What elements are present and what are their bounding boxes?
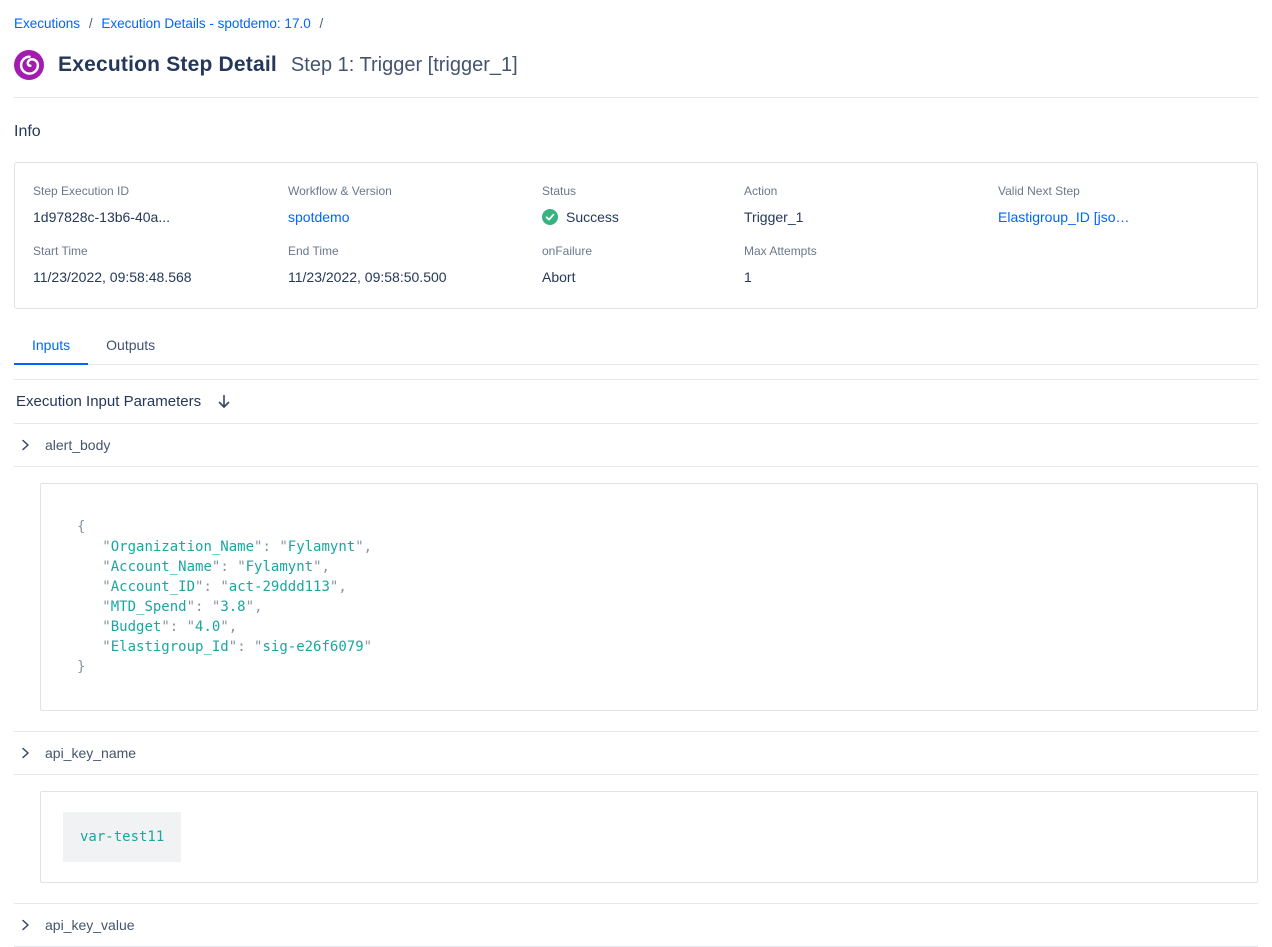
field-label: End Time bbox=[288, 244, 542, 258]
breadcrumb-separator: / bbox=[89, 16, 93, 31]
field-label: Workflow & Version bbox=[288, 184, 542, 198]
field-on-failure: onFailure Abort bbox=[542, 244, 744, 285]
fylamynt-swirl-icon bbox=[14, 50, 44, 80]
field-value: Abort bbox=[542, 269, 744, 285]
status-value: Success bbox=[542, 209, 744, 225]
param-row-alert-body[interactable]: alert_body bbox=[14, 423, 1258, 467]
param-name: alert_body bbox=[45, 437, 110, 453]
breadcrumb: Executions / Execution Details - spotdem… bbox=[14, 16, 1258, 31]
field-end-time: End Time 11/23/2022, 09:58:50.500 bbox=[288, 244, 542, 285]
status-text: Success bbox=[566, 209, 619, 225]
page-header: Execution Step Detail Step 1: Trigger [t… bbox=[14, 50, 1258, 80]
info-section-heading: Info bbox=[14, 123, 1258, 141]
api-key-name-content-box: var-test11 bbox=[40, 791, 1258, 883]
execution-input-parameters-title: Execution Input Parameters bbox=[16, 393, 201, 410]
field-valid-next-step: Valid Next Step Elastigroup_ID [jso… bbox=[998, 184, 1239, 225]
param-name: api_key_value bbox=[45, 917, 135, 933]
chevron-right-icon bbox=[18, 918, 32, 932]
field-label: onFailure bbox=[542, 244, 744, 258]
field-value: 11/23/2022, 09:58:50.500 bbox=[288, 269, 542, 285]
param-row-api-key-value[interactable]: api_key_value bbox=[14, 903, 1258, 947]
field-start-time: Start Time 11/23/2022, 09:58:48.568 bbox=[33, 244, 288, 285]
header-divider bbox=[14, 97, 1258, 98]
page-title: Execution Step Detail bbox=[58, 53, 277, 77]
chevron-right-icon bbox=[18, 746, 32, 760]
field-label: Action bbox=[744, 184, 998, 198]
param-name: api_key_name bbox=[45, 745, 136, 761]
breadcrumb-link-executions[interactable]: Executions bbox=[14, 16, 80, 31]
breadcrumb-separator: / bbox=[319, 16, 323, 31]
tab-outputs[interactable]: Outputs bbox=[88, 329, 173, 364]
field-workflow-version: Workflow & Version spotdemo bbox=[288, 184, 542, 225]
field-label: Valid Next Step bbox=[998, 184, 1239, 198]
alert-body-json-code: { "Organization_Name": "Fylamynt", "Acco… bbox=[77, 517, 1221, 677]
field-label: Max Attempts bbox=[744, 244, 998, 258]
field-status: Status Success bbox=[542, 184, 744, 225]
inputs-outputs-tabs: Inputs Outputs bbox=[14, 329, 1258, 365]
field-value: 1 bbox=[744, 269, 998, 285]
workflow-link[interactable]: spotdemo bbox=[288, 209, 542, 225]
chevron-right-icon bbox=[18, 438, 32, 452]
field-max-attempts: Max Attempts 1 bbox=[744, 244, 998, 285]
field-label: Start Time bbox=[33, 244, 288, 258]
alert-body-content-box: { "Organization_Name": "Fylamynt", "Acco… bbox=[40, 483, 1258, 711]
param-row-api-key-name[interactable]: api_key_name bbox=[14, 731, 1258, 775]
execution-step-detail-page: Executions / Execution Details - spotdem… bbox=[0, 0, 1272, 947]
valid-next-step-link[interactable]: Elastigroup_ID [jso… bbox=[998, 209, 1239, 225]
field-value: 11/23/2022, 09:58:48.568 bbox=[33, 269, 288, 285]
breadcrumb-link-execution-details[interactable]: Execution Details - spotdemo: 17.0 bbox=[101, 16, 310, 31]
arrow-down-icon[interactable] bbox=[216, 393, 232, 410]
field-value: 1d97828c-13b6-40a... bbox=[33, 209, 288, 225]
field-step-execution-id: Step Execution ID 1d97828c-13b6-40a... bbox=[33, 184, 288, 225]
api-key-name-value-token: var-test11 bbox=[63, 812, 181, 862]
tab-inputs[interactable]: Inputs bbox=[14, 329, 88, 364]
page-subtitle: Step 1: Trigger [trigger_1] bbox=[291, 54, 518, 77]
field-action: Action Trigger_1 bbox=[744, 184, 998, 225]
info-card: Step Execution ID 1d97828c-13b6-40a... W… bbox=[14, 162, 1258, 309]
success-check-icon bbox=[542, 209, 558, 225]
field-label: Step Execution ID bbox=[33, 184, 288, 198]
execution-input-parameters-header: Execution Input Parameters bbox=[14, 379, 1258, 423]
field-label: Status bbox=[542, 184, 744, 198]
field-value: Trigger_1 bbox=[744, 209, 998, 225]
